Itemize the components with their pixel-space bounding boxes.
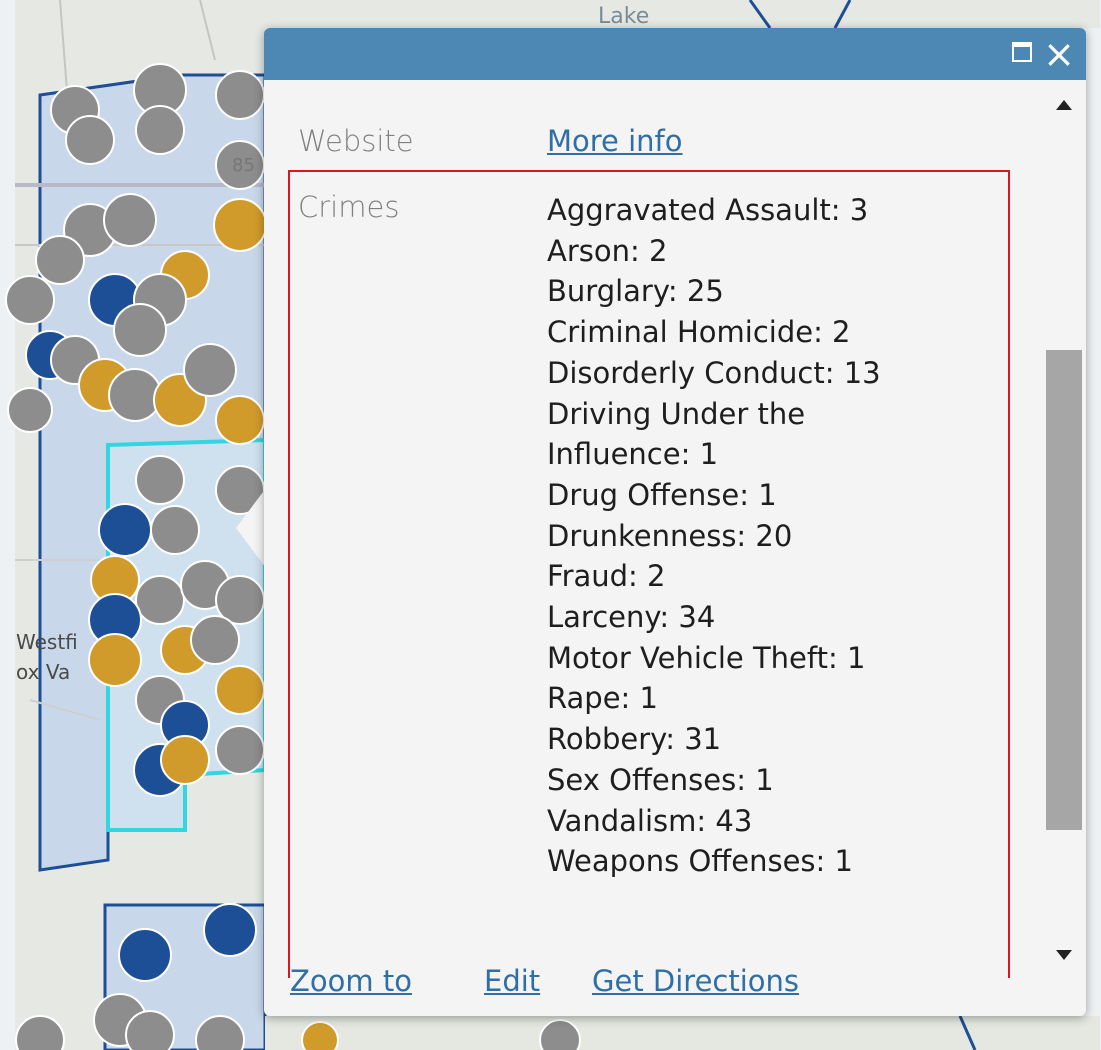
crime-item: Larceny: 34 xyxy=(547,600,716,635)
popup-scrollbar[interactable] xyxy=(1044,80,1084,978)
crimes-list: Aggravated Assault: 3 Arson: 2 Burglary:… xyxy=(547,190,881,882)
crime-item: Aggravated Assault: 3 xyxy=(547,193,869,227)
popup-pointer xyxy=(236,488,266,568)
crimes-label: Crimes xyxy=(298,190,400,224)
maximize-icon[interactable] xyxy=(1012,42,1032,62)
popup-header: × xyxy=(264,28,1086,80)
close-icon[interactable]: × xyxy=(1042,34,1076,74)
crime-item: Criminal Homicide: 2 xyxy=(547,315,851,350)
zoom-to-link[interactable]: Zoom to xyxy=(290,964,412,998)
edit-link[interactable]: Edit xyxy=(484,964,540,998)
map-road-label: 85 xyxy=(232,155,255,176)
scrollbar-thumb[interactable] xyxy=(1046,350,1082,830)
crime-item: Vandalism: 43 xyxy=(547,803,753,838)
crime-item: Fraud: 2 xyxy=(547,559,666,594)
crime-item: Influence: 1 xyxy=(547,437,719,472)
popup-footer: Zoom to Edit Get Directions xyxy=(264,960,1054,1010)
website-label: Website xyxy=(298,124,414,158)
popup-body[interactable]: Website More info Crimes Aggravated Assa… xyxy=(264,80,1054,978)
map-place-label: Westfi xyxy=(16,630,78,654)
crime-item: Robbery: 31 xyxy=(547,722,722,757)
crime-item: Driving Under the xyxy=(547,396,806,431)
map-lake-label: Lake xyxy=(598,4,650,29)
scroll-up-arrow-icon[interactable] xyxy=(1056,100,1072,110)
crime-item: Drunkenness: 20 xyxy=(547,518,793,553)
feature-popup: × Website More info Crimes Aggravated As… xyxy=(264,28,1086,1016)
crime-item: Drug Offense: 1 xyxy=(547,477,777,512)
scroll-down-arrow-icon[interactable] xyxy=(1056,950,1072,960)
crime-item: Arson: 2 xyxy=(547,233,668,268)
crime-item: Motor Vehicle Theft: 1 xyxy=(547,640,866,675)
crime-item: Burglary: 25 xyxy=(547,274,724,309)
map-place-label: ox Va xyxy=(16,660,71,684)
more-info-link[interactable]: More info xyxy=(547,124,683,158)
crime-item: Disorderly Conduct: 13 xyxy=(547,355,881,390)
crime-item: Rape: 1 xyxy=(547,681,658,716)
crime-item: Weapons Offenses: 1 xyxy=(547,844,853,879)
get-directions-link[interactable]: Get Directions xyxy=(592,964,799,998)
crime-item: Sex Offenses: 1 xyxy=(547,762,774,797)
